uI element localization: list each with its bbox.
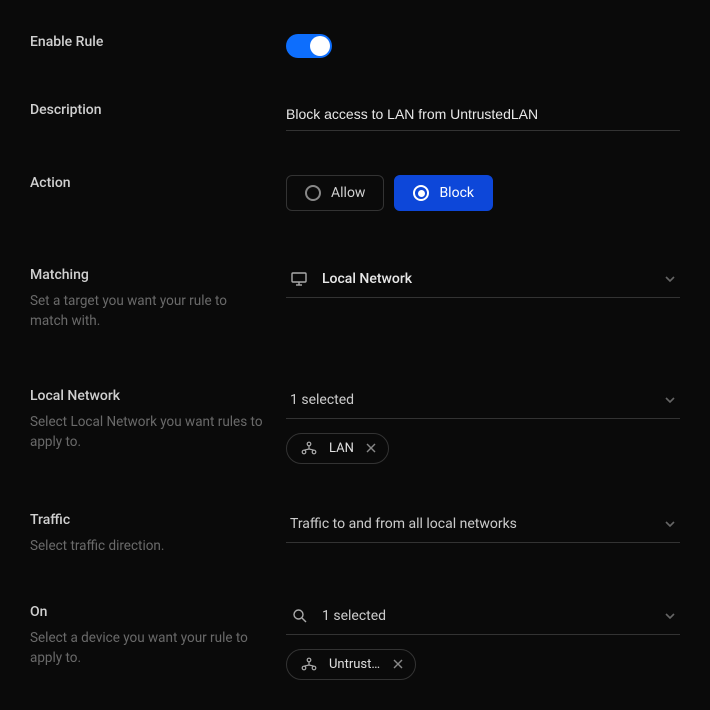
traffic-dropdown[interactable]: Traffic to and from all local networks [286, 512, 680, 543]
local-network-dropdown[interactable]: 1 selected [286, 388, 680, 419]
traffic-sub: Select traffic direction. [30, 536, 266, 556]
on-dropdown[interactable]: 1 selected [286, 604, 680, 635]
chevron-down-icon [664, 610, 676, 622]
on-summary: 1 selected [322, 608, 650, 624]
local-network-chip-text: LAN [329, 441, 354, 456]
action-block-radio[interactable]: Block [394, 175, 493, 211]
local-network-sub: Select Local Network you want rules to a… [30, 412, 266, 453]
chevron-down-icon [664, 518, 676, 530]
matching-label: Matching [30, 267, 266, 283]
on-chip-text: Untruste… [329, 657, 381, 672]
on-chip[interactable]: Untruste… [286, 649, 416, 680]
on-sub: Select a device you want your rule to ap… [30, 628, 266, 669]
traffic-value: Traffic to and from all local networks [290, 516, 650, 532]
local-network-label: Local Network [30, 388, 266, 404]
monitor-icon [290, 272, 308, 286]
chevron-down-icon [664, 394, 676, 406]
close-icon[interactable] [366, 443, 376, 453]
action-label: Action [30, 175, 266, 191]
search-icon [290, 608, 308, 623]
enable-rule-label: Enable Rule [30, 34, 266, 50]
description-label: Description [30, 102, 266, 118]
local-network-chip[interactable]: LAN [286, 433, 389, 464]
close-icon[interactable] [393, 659, 403, 669]
traffic-label: Traffic [30, 512, 266, 528]
action-allow-label: Allow [331, 185, 365, 201]
chevron-down-icon [664, 273, 676, 285]
network-icon [301, 657, 317, 671]
matching-value: Local Network [322, 271, 650, 287]
action-block-label: Block [439, 185, 474, 201]
enable-rule-toggle[interactable] [286, 34, 332, 58]
network-icon [301, 441, 317, 455]
action-allow-radio[interactable]: Allow [286, 175, 384, 211]
description-input[interactable] [286, 102, 680, 131]
matching-dropdown[interactable]: Local Network [286, 267, 680, 298]
local-network-summary: 1 selected [290, 392, 650, 408]
matching-sub: Set a target you want your rule to match… [30, 291, 266, 332]
on-label: On [30, 604, 266, 620]
